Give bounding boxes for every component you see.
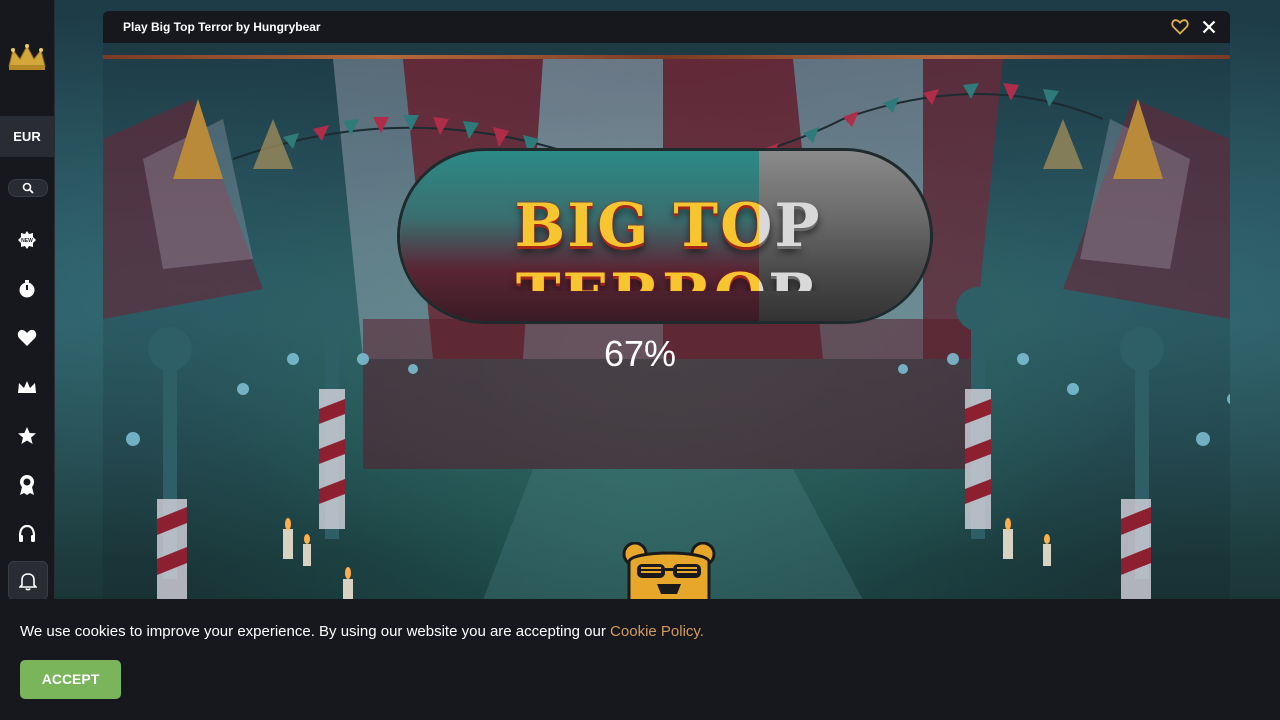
game-logo-text: BIG TOP TERROR — [514, 191, 759, 291]
new-games-button[interactable]: NEW — [15, 228, 39, 252]
star-icon — [18, 427, 36, 444]
close-icon[interactable] — [1200, 18, 1218, 36]
headset-icon — [18, 524, 36, 542]
cookie-message: We use cookies to improve your experienc… — [20, 623, 704, 640]
game-scene — [103, 59, 1230, 600]
game-top-gap — [103, 43, 1230, 55]
top-games-button[interactable] — [15, 424, 39, 448]
accept-button[interactable]: ACCEPT — [20, 660, 121, 699]
recent-games-button[interactable] — [15, 277, 39, 301]
cookie-policy-link[interactable]: Cookie Policy. — [610, 623, 704, 640]
vip-button[interactable] — [15, 375, 39, 399]
hungrybear-logo — [622, 542, 716, 602]
support-button[interactable] — [15, 522, 39, 546]
game-logo-loader: BIG TOP TERROR BIG TOP TERROR — [397, 148, 933, 324]
cookie-text: We use cookies to improve your experienc… — [20, 623, 611, 640]
search-button[interactable] — [8, 179, 48, 197]
search-icon — [22, 182, 34, 194]
stopwatch-icon — [19, 280, 35, 298]
bell-icon — [19, 572, 37, 590]
currency-selector[interactable]: EUR — [0, 116, 54, 157]
sidebar: EUR NEW — [0, 0, 55, 600]
crown-logo[interactable] — [7, 44, 47, 72]
circus-background-art — [103, 59, 1230, 600]
notifications-button[interactable] — [8, 561, 48, 600]
svg-text:NEW: NEW — [21, 238, 33, 244]
game-title: Play Big Top Terror by Hungrybear — [123, 20, 321, 34]
promotions-button[interactable] — [15, 473, 39, 497]
loading-percent: 67% — [603, 333, 677, 374]
game-logo-text-gray: BIG TOP TERROR — [759, 191, 822, 291]
crown-icon — [18, 381, 36, 393]
favorite-heart-icon[interactable] — [1171, 18, 1189, 36]
cookie-banner: We use cookies to improve your experienc… — [0, 599, 1280, 720]
game-title-bar: Play Big Top Terror by Hungrybear — [103, 11, 1230, 43]
new-games-icon: NEW — [18, 231, 36, 249]
badge-icon — [20, 475, 34, 495]
